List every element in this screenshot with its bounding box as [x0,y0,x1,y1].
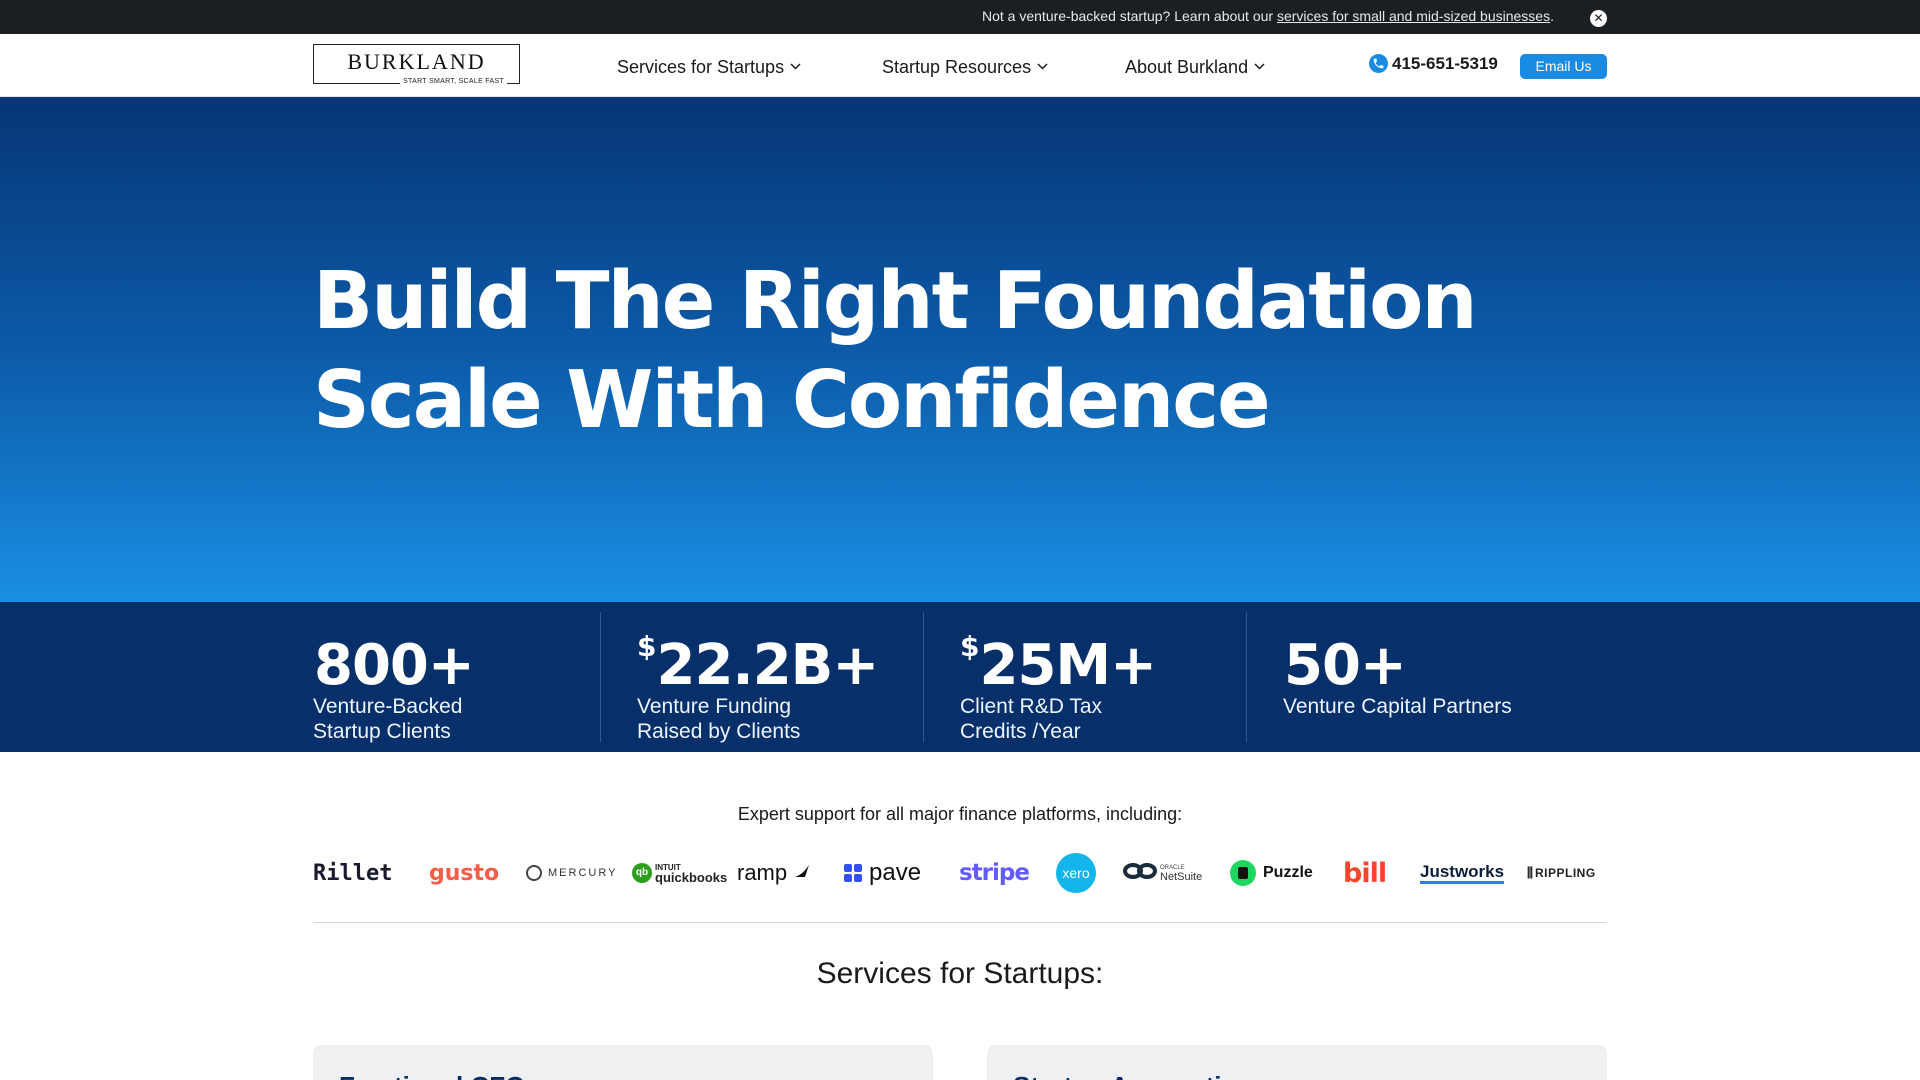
announcement-text: Not a venture-backed startup? Learn abou… [982,8,1554,24]
email-us-button[interactable]: Email Us [1520,54,1607,79]
services-heading: Services for Startups: [816,957,1104,990]
logo-mercury: MERCURY [526,850,617,896]
logo-wordmark: BURKLAND [347,49,486,74]
ramp-icon [793,863,811,884]
netsuite-icon [1123,862,1157,885]
hero-section: Build The Right Foundation Scale With Co… [0,97,1920,602]
hero-headline-line-1: Build The Right Foundation [313,255,1478,347]
logo-rillet: Rillet [313,860,393,886]
stat-value: $25M+ [960,630,1157,698]
phone-icon [1369,54,1388,73]
platforms-heading: Expert support for all major finance pla… [737,804,1183,824]
logo-stripe: stripe [959,860,1030,886]
site-header: BURKLAND START SMART, SCALE FAST Service… [0,34,1920,97]
rippling-icon: ⫼ [1527,865,1533,880]
hero-headline: Build The Right Foundation Scale With Co… [313,252,1478,450]
stat-value: 800+ [314,633,475,698]
nav-label: Startup Resources [882,57,1032,77]
smb-services-link[interactable]: services for small and mid-sized busines… [1277,8,1550,24]
stat-label: Venture-Backed Startup Clients [313,695,463,743]
stat-clients: 800+ Venture-Backed Startup Clients [313,612,601,743]
service-card-startup-accounting[interactable]: Startup Accounting [987,1045,1607,1080]
logo-gusto: gusto [429,860,500,886]
pave-icon [844,864,862,882]
close-icon[interactable]: ✕ [1590,10,1607,27]
platform-logos: Rillet gusto MERCURY qb INTUIT quickbook… [313,850,1607,896]
service-card-fractional-cfo[interactable]: Fractional CFO [313,1045,933,1080]
stat-label: Venture Capital Partners [1283,695,1512,718]
service-card-title: Startup Accounting [1013,1071,1253,1080]
nav-label: Services for Startups [617,57,785,77]
phone-link[interactable]: 415-651-5319 [1369,54,1498,74]
logo-ramp: ramp [737,850,811,896]
stat-value: 50+ [1284,633,1407,698]
chevron-down-icon [790,54,801,75]
stat-tax-credits: $25M+ Client R&D Tax Credits /Year [923,612,1246,743]
stat-label: Client R&D Tax Credits /Year [960,695,1102,743]
logo-justworks: Justworks [1420,850,1505,896]
stat-value: $22.2B+ [637,630,879,698]
nav-label: About Burkland [1125,57,1249,77]
section-divider [313,922,1607,923]
stats-band: 800+ Venture-Backed Startup Clients $22.2… [0,602,1920,752]
logo-netsuite: ORACLE NetSuite [1123,850,1202,896]
hero-headline-line-2: Scale With Confidence [313,354,1271,446]
logo-pave: pave [844,850,921,896]
stat-funding: $22.2B+ Venture Funding Raised by Clients [600,612,923,743]
logo-quickbooks: qb INTUIT quickbooks [632,850,727,896]
chevron-down-icon [1254,54,1265,75]
logo-puzzle: Puzzle [1230,850,1313,896]
puzzle-icon [1230,860,1256,886]
logo-tagline: START SMART, SCALE FAST [400,78,507,85]
announcement-bar: Not a venture-backed startup? Learn abou… [0,0,1920,34]
stat-vc-partners: 50+ Venture Capital Partners [1246,612,1607,742]
nav-services-for-startups[interactable]: Services for Startups [617,54,801,78]
mercury-icon [526,865,542,881]
nav-startup-resources[interactable]: Startup Resources [882,54,1048,78]
service-card-title: Fractional CFO [339,1071,525,1080]
logo-xero: xero [1056,850,1096,896]
nav-about-burkland[interactable]: About Burkland [1125,54,1265,78]
quickbooks-icon: qb [632,863,652,883]
phone-number: 415-651-5319 [1392,54,1498,73]
logo-bill: bill [1343,857,1387,889]
chevron-down-icon [1037,54,1048,75]
logo-rippling: ⫼ RIPPLING [1527,865,1596,880]
burkland-logo[interactable]: BURKLAND START SMART, SCALE FAST [313,44,520,85]
stat-label: Venture Funding Raised by Clients [637,695,801,743]
